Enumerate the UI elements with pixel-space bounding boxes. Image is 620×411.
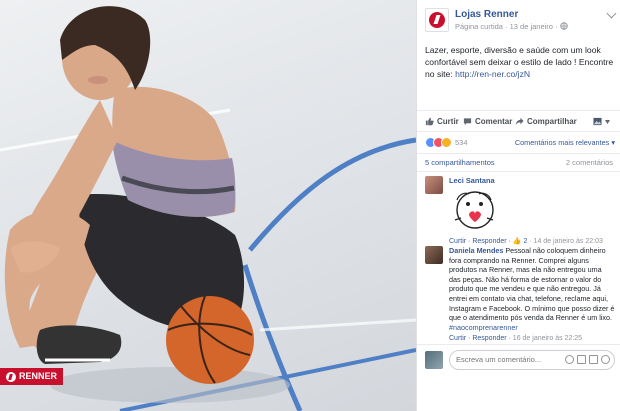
emoji-icon[interactable]: [565, 355, 574, 364]
heart-sticker-icon: [454, 191, 494, 229]
engagement-counts: 5 compartilhamentos 2 comentários: [417, 154, 620, 172]
comment-body: Daniela Mendes Pessoal não coloquem dinh…: [449, 246, 615, 344]
comment-body: Leci Santana Curtir · Responder · 👍 2 · …: [449, 176, 615, 247]
comment-message: Pessoal não coloquem dinheiro fora compr…: [449, 246, 615, 323]
caret-down-icon: [605, 119, 610, 124]
comments-count[interactable]: 2 comentários: [566, 158, 613, 167]
comment-item: Leci Santana Curtir · Responder · 👍 2 · …: [425, 176, 617, 245]
comment-input-box[interactable]: [449, 350, 615, 370]
reaction-count[interactable]: 534: [455, 138, 468, 147]
comment-time[interactable]: · 14 de janeiro às 22:03: [527, 238, 603, 245]
avatar[interactable]: [425, 176, 443, 194]
reactions-row: 534 Comentários mais relevantes ▾: [417, 132, 620, 154]
brand-label: RENNER: [19, 371, 58, 381]
shares-count[interactable]: 5 compartilhamentos: [425, 158, 495, 167]
page-avatar[interactable]: [425, 8, 449, 32]
thumbs-up-icon: [425, 117, 434, 126]
comment-input[interactable]: [456, 355, 556, 364]
composer-tools: [565, 355, 610, 364]
post-side-panel: Lojas Renner Página curtida · 13 de jane…: [416, 0, 620, 411]
wow-reaction-icon: [441, 137, 452, 148]
post-photo[interactable]: RENNER: [0, 0, 416, 411]
share-as-selector[interactable]: [593, 117, 610, 126]
post-timestamp[interactable]: Página curtida · 13 de janeiro ·: [455, 22, 560, 31]
gif-icon[interactable]: [589, 355, 598, 364]
post-actions-bar: Curtir Comentar Compartilhar: [417, 110, 620, 132]
share-button[interactable]: Compartilhar: [515, 117, 577, 126]
comment-reply-links[interactable]: Curtir · Responder ·: [449, 335, 513, 342]
globe-icon: [559, 22, 568, 30]
comment-author[interactable]: Daniela Mendes: [449, 246, 503, 255]
page-name-link[interactable]: Lojas Renner: [455, 9, 518, 20]
sticker-icon[interactable]: [601, 355, 610, 364]
athlete-photo: [0, 6, 416, 411]
post-body: Lazer, esporte, diversão e saúde com um …: [425, 44, 615, 80]
comment-icon: [463, 118, 472, 126]
post-header: Lojas Renner Página curtida · 13 de jane…: [425, 8, 617, 34]
avatar: [425, 351, 443, 369]
renner-logo-icon: [6, 371, 16, 382]
reaction-icons[interactable]: [425, 137, 455, 149]
comment-reply-links[interactable]: Curtir · Responder ·: [449, 238, 513, 245]
chevron-down-icon[interactable]: [606, 8, 617, 19]
share-label: Compartilhar: [527, 117, 577, 126]
comment-footer: Curtir · Responder · 16 de janeiro às 22…: [449, 334, 615, 344]
avatar[interactable]: [425, 246, 443, 264]
share-icon: [515, 117, 524, 125]
comment-item: Daniela Mendes Pessoal não coloquem dinh…: [425, 246, 617, 342]
comment-composer: [417, 344, 620, 374]
comment-text: Daniela Mendes Pessoal não coloquem dinh…: [449, 246, 615, 332]
page-identity-icon: [593, 117, 602, 126]
like-button[interactable]: Curtir: [425, 117, 459, 126]
renner-brand-badge: RENNER: [0, 368, 64, 385]
post-meta: Página curtida · 13 de janeiro ·: [455, 22, 568, 31]
comment-button[interactable]: Comentar: [463, 117, 512, 126]
like-label: Curtir: [437, 117, 459, 126]
comment-time[interactable]: 16 de janeiro às 22:25: [513, 335, 582, 342]
comment-likes[interactable]: 👍 2: [513, 238, 528, 245]
hashtag-link[interactable]: #naocomprenarenner: [449, 323, 518, 332]
comment-sort-dropdown[interactable]: Comentários mais relevantes ▾: [515, 138, 615, 147]
comment-author[interactable]: Leci Santana: [449, 176, 615, 186]
comment-label: Comentar: [475, 117, 513, 126]
camera-icon[interactable]: [577, 355, 586, 364]
post-link[interactable]: http://ren-ner.co/jzN: [455, 69, 530, 79]
